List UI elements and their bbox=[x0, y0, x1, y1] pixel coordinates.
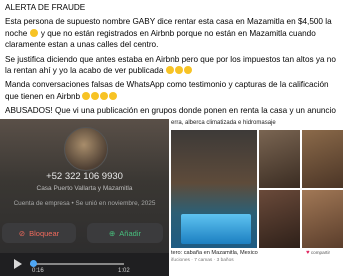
listing-title: erra, alberca climatizada e hidromasaje bbox=[171, 120, 276, 126]
listing-main-photo bbox=[171, 130, 257, 248]
block-label: Bloquear bbox=[29, 228, 60, 238]
share-link[interactable]: ♥ compartir bbox=[306, 250, 330, 256]
post-body: ALERTA DE FRAUDE Esta persona de supuest… bbox=[5, 2, 341, 131]
audio-player[interactable]: 0:16 1:02 bbox=[0, 253, 169, 276]
block-icon: ⊘ bbox=[18, 228, 26, 238]
avatar bbox=[64, 127, 108, 171]
add-user-icon: ⊕ bbox=[109, 228, 116, 238]
emoji-icon bbox=[100, 91, 109, 100]
block-button[interactable]: ⊘ Bloquear bbox=[2, 223, 76, 243]
audio-scrubber[interactable] bbox=[30, 260, 37, 267]
audio-time-end: 1:02 bbox=[118, 268, 130, 274]
listing-subtitle: tero: cabaña en Mazamitla, Mexico bbox=[171, 250, 258, 256]
post-title: ALERTA DE FRAUDE bbox=[5, 3, 86, 12]
post-paragraph-3-text: Manda conversaciones falsas de WhatsApp … bbox=[5, 80, 329, 101]
profile-place: Casa Puerto Vallarta y Mazamitla bbox=[36, 185, 133, 192]
whatsapp-profile-screenshot[interactable]: +52 322 106 9930 Casa Puerto Vallarta y … bbox=[0, 119, 169, 276]
emoji-icon bbox=[174, 66, 183, 75]
emoji-icon bbox=[82, 91, 91, 100]
audio-time-start: 0:16 bbox=[32, 268, 44, 274]
profile-phone: +52 322 106 9930 bbox=[46, 171, 123, 182]
listing-thumb bbox=[259, 130, 300, 188]
post-paragraph-3: Manda conversaciones falsas de WhatsApp … bbox=[5, 79, 341, 102]
emoji-icon bbox=[165, 66, 174, 75]
listing-thumb bbox=[259, 190, 300, 248]
share-icon: ♥ bbox=[306, 250, 310, 256]
listing-thumb bbox=[302, 130, 343, 188]
profile-business-info: Cuenta de empresa • Se unió en noviembre… bbox=[13, 200, 156, 207]
emoji-icon bbox=[183, 66, 192, 75]
listing-meta: ifuciones · 7 camas · 3 baños bbox=[171, 258, 234, 263]
pool-photo bbox=[181, 214, 251, 244]
listing-screenshot[interactable]: erra, alberca climatizada e hidromasaje … bbox=[169, 119, 345, 276]
emoji-icon bbox=[109, 91, 118, 100]
add-button[interactable]: ⊕ Añadir bbox=[87, 223, 163, 243]
post-paragraph-1-cont: y que no están registrados en Airbnb por… bbox=[5, 28, 316, 50]
post-paragraph-1: Esta persona de supuesto nombre GABY dic… bbox=[5, 16, 341, 50]
emoji-icon bbox=[91, 91, 100, 100]
post-paragraph-2: Se justifica diciendo que antes estaba e… bbox=[5, 54, 341, 77]
emoji-icon bbox=[29, 28, 38, 37]
share-label: compartir bbox=[310, 250, 330, 255]
add-label: Añadir bbox=[119, 228, 141, 238]
play-icon[interactable] bbox=[14, 259, 22, 269]
audio-track[interactable] bbox=[30, 263, 124, 265]
listing-thumb bbox=[302, 190, 343, 248]
